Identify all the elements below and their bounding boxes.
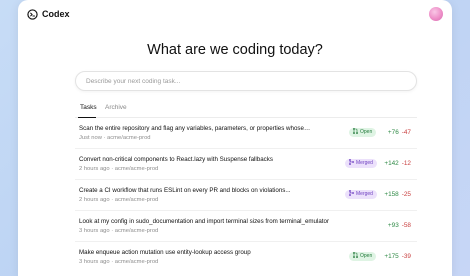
deletions-count: -47 [401,129,411,136]
task-row[interactable]: Scan the entire repository and flag any … [75,118,417,149]
status-label: Merged [356,191,373,197]
task-title: Make enqueue action mutation use entity-… [79,249,251,256]
tab-archive[interactable]: Archive [105,104,127,111]
additions-count: +93 [387,222,399,229]
codex-logo-icon [27,9,38,20]
diff-stats: +158 -25 [384,191,411,198]
status-badge-merged: Merged [345,158,377,168]
status-badge-open: Open [349,127,377,137]
additions-count: +142 [384,160,399,167]
task-meta: 2 hours ago · acme/acme-prod [79,166,159,172]
app-title: Codex [42,9,70,19]
additions-count: +175 [384,253,399,260]
additions-count: +158 [384,191,399,198]
status-label: Open [360,129,373,135]
task-title: Convert non-critical components to React… [79,156,273,163]
app-window: Codex What are we coding today? Tasks Ar… [18,0,452,276]
task-row[interactable]: Create a CI workflow that runs ESLint on… [75,180,417,211]
deletions-count: -12 [401,160,411,167]
task-meta: 3 hours ago · acme/acme-prod [79,228,159,234]
task-row[interactable]: Make enqueue action mutation use entity-… [75,242,417,272]
task-description-input[interactable] [75,71,417,91]
task-meta: 2 hours ago · acme/acme-prod [79,197,159,203]
top-bar: Codex [18,0,452,28]
diff-stats: +142 -12 [384,160,411,167]
task-meta: 3 hours ago · acme/acme-prod [79,259,159,265]
pull-request-icon [352,251,359,259]
task-title: Look at my config in sudo_documentation … [79,218,330,225]
task-list: Scan the entire repository and flag any … [75,118,417,272]
deletions-count: -58 [401,222,411,229]
task-row[interactable]: Look at my config in sudo_documentation … [75,211,417,242]
page-heading: What are we coding today? [147,42,323,58]
deletions-count: -39 [401,253,411,260]
status-badge-open: Open [349,251,377,261]
status-badge-merged: Merged [345,189,377,199]
tab-tasks[interactable]: Tasks [80,104,97,111]
pull-request-icon [352,127,359,135]
merge-icon [348,158,355,166]
additions-count: +76 [387,129,399,136]
task-title: Scan the entire repository and flag any … [79,125,311,132]
deletions-count: -25 [401,191,411,198]
task-meta: Just now · acme/acme-prod [79,135,151,141]
diff-stats: +175 -39 [384,253,411,260]
diff-stats: +76 -47 [388,129,411,136]
status-label: Open [360,253,373,259]
task-title: Create a CI workflow that runs ESLint on… [79,187,291,194]
user-avatar[interactable] [429,7,443,21]
diff-stats: +93 -58 [388,222,411,229]
merge-icon [348,189,355,197]
task-row[interactable]: Convert non-critical components to React… [75,149,417,180]
status-label: Merged [356,160,373,166]
tab-bar: Tasks Archive [75,103,417,118]
